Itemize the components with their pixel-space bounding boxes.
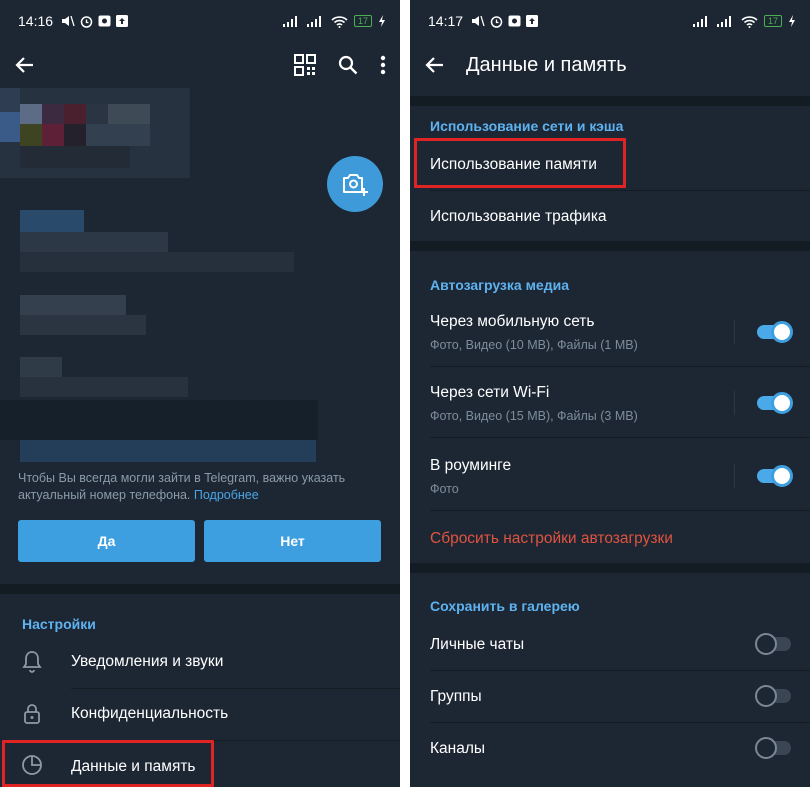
set-photo-button[interactable] [327,156,383,212]
row-separator [430,670,810,671]
gallery-section-title: Сохранить в галерею [430,598,580,614]
menu-label-notifications: Уведомления и звуки [71,653,224,670]
page-title: Данные и память [466,53,627,76]
app-notification-icon [508,15,521,27]
section-divider [0,584,400,594]
network-section-title: Использование сети и кэша [430,118,624,134]
back-button[interactable] [424,54,446,76]
reset-autoload-button[interactable]: Сбросить настройки автозагрузки [430,530,673,548]
wifi-sub: Фото, Видео (15 MB), Файлы (3 MB) [430,409,638,423]
section-divider [410,563,810,573]
mute-icon [472,15,485,27]
wifi-icon [331,15,348,28]
settings-section-title: Настройки [22,616,96,632]
back-arrow-icon [15,57,33,73]
status-bar: 14:17 17 [410,0,810,42]
roaming-toggle[interactable] [757,465,793,487]
section-divider [410,241,810,251]
row-separator [430,366,810,367]
row-divider [734,391,735,415]
row-separator [430,722,810,723]
mute-icon [62,15,75,27]
signal-icon [306,16,321,27]
mobile-sub: Фото, Видео (10 MB), Файлы (1 MB) [430,338,638,352]
alarm-icon [80,15,93,28]
qr-code-button[interactable] [294,54,316,76]
search-button[interactable] [338,55,358,75]
status-system-icons: 17 [282,15,386,28]
more-info-link[interactable]: Подробнее [194,488,259,502]
status-time: 14:16 [18,13,54,29]
charging-icon [789,15,795,27]
back-button[interactable] [14,54,36,76]
bell-icon [22,651,42,673]
upload-icon [116,15,129,27]
lock-icon [24,704,40,724]
more-vert-icon [380,55,386,75]
alarm-icon [490,15,503,28]
qr-code-icon [294,54,316,76]
signal-icon [692,16,707,27]
highlight-box [2,740,214,787]
more-options-button[interactable] [380,55,386,75]
upload-icon [526,15,539,27]
wifi-icon [741,15,758,28]
app-notification-icon [98,15,111,27]
row-separator [430,510,810,511]
settings-screen: 14:16 17 Чтобы Вы всегда могли зайти в T… [0,0,400,787]
app-bar [0,42,400,88]
row-separator [430,437,810,438]
personal-toggle[interactable] [755,633,791,655]
status-system-icons: 17 [692,15,796,28]
groups-label: Группы [430,688,482,705]
data-storage-screen: 14:17 17 Данные и память Использование с… [410,0,810,787]
back-arrow-icon [425,57,443,73]
groups-toggle[interactable] [755,685,791,707]
camera-add-icon [343,174,368,196]
hint-text: Чтобы Вы всегда могли зайти в Telegram, … [18,471,346,502]
signal-icon [282,16,297,27]
signal-icon [716,16,731,27]
roaming-label: В роуминге [430,457,512,474]
battery-icon: 17 [353,15,372,27]
personal-label: Личные чаты [430,636,525,653]
row-divider [734,464,735,488]
channels-label: Каналы [430,740,486,757]
menu-label-privacy: Конфиденциальность [71,705,229,722]
wifi-toggle[interactable] [757,392,793,414]
mobile-label: Через мобильную сеть [430,313,595,330]
row-separator [430,190,810,191]
highlight-box [414,138,626,188]
battery-icon: 17 [763,15,782,27]
yes-button[interactable]: Да [18,520,195,562]
no-button[interactable]: Нет [204,520,381,562]
mobile-toggle[interactable] [757,321,793,343]
status-notification-icons [471,15,539,28]
status-notification-icons [61,15,129,28]
phone-number-hint: Чтобы Вы всегда могли зайти в Telegram, … [18,470,388,504]
status-time: 14:17 [428,13,464,29]
autoload-section-title: Автозагрузка медиа [430,277,569,293]
section-divider [410,96,810,106]
app-bar: Данные и память [410,42,810,88]
status-bar: 14:16 17 [0,0,400,42]
menu-separator [71,688,400,689]
channels-toggle[interactable] [755,737,791,759]
search-icon [338,55,358,75]
traffic-usage-item[interactable]: Использование трафика [430,208,607,226]
wifi-label: Через сети Wi-Fi [430,384,550,401]
roaming-sub: Фото [430,482,459,496]
charging-icon [379,15,385,27]
row-divider [734,320,735,344]
